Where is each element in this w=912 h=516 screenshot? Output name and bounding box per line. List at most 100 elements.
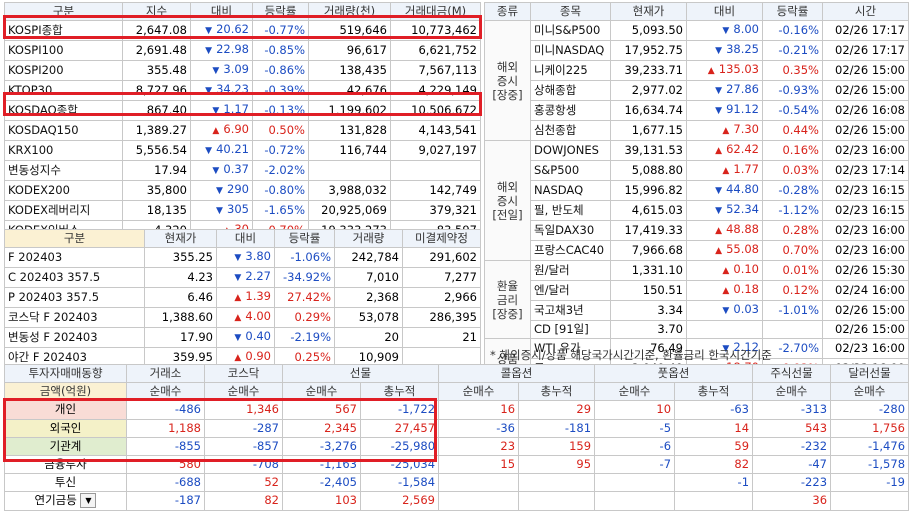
column-header[interactable]: 거래대금(M) <box>390 1 481 22</box>
sub-header[interactable]: 총누적 <box>518 382 596 402</box>
group-header[interactable]: 풋옵션 <box>594 363 754 384</box>
investor-row[interactable]: 연기금등 ▼ -187 82 103 2,569 36 <box>4 491 910 511</box>
world-name[interactable]: 미니NASDAQ <box>530 40 611 62</box>
index-row[interactable]: KODEX레버리지 18,135 ▼ 305 -1.65% 20,925,069 379,3… <box>4 200 481 222</box>
world-row[interactable]: NASDAQ 15,996.82 ▼ 44.80 -0.28% 02/23 16:15 <box>485 180 909 202</box>
world-name[interactable]: 독일DAX30 <box>530 220 611 242</box>
column-header[interactable]: 미결제약정 <box>402 228 481 249</box>
column-header[interactable]: 구분 <box>4 1 123 22</box>
sub-header[interactable]: 총누적 <box>674 382 754 402</box>
column-header[interactable]: 종목 <box>530 1 611 22</box>
futures-name[interactable]: 변동성 F 202403 <box>4 327 145 349</box>
futures-row[interactable]: 코스닥 F 202403 1,388.60 ▲ 4.00 0.29% 53,078 286,… <box>4 307 481 329</box>
investor-name[interactable]: 투신 <box>4 473 127 493</box>
index-row[interactable]: KTOP30 8,727.96 ▼ 34.23 -0.39% 42,676 4,229,14… <box>4 80 481 102</box>
world-row[interactable]: 해외 증시 [전일] DOWJONES 39,131.53 ▲ 62.42 0.16% 02/2… <box>484 140 909 262</box>
investor-name[interactable]: 기관계 <box>4 436 127 456</box>
world-row[interactable]: 국고채3년 3.34 ▼ 0.03 -1.01% 02/26 15:00 <box>485 300 909 322</box>
sub-header[interactable]: 총누적 <box>359 382 440 402</box>
column-header[interactable]: 구분 <box>4 228 145 249</box>
world-row[interactable]: 프랑스CAC40 7,966.68 ▲ 55.08 0.70% 02/23 16:00 <box>485 240 909 262</box>
world-name[interactable]: 프랑스CAC40 <box>530 240 611 262</box>
column-header[interactable]: 거래량 <box>334 228 403 249</box>
index-row[interactable]: 변동성지수 17.94 ▼ 0.37 -2.02% <box>4 160 481 182</box>
world-row[interactable]: S&P500 5,088.80 ▲ 1.77 0.03% 02/23 17:14 <box>485 160 909 182</box>
investor-row[interactable]: 투신 -688 52 -2,405 -1,584 -1 -223 -19 <box>4 473 910 493</box>
world-name[interactable]: 니케이225 <box>530 60 611 82</box>
world-name[interactable]: 홍콩항셍 <box>530 100 611 122</box>
sub-header[interactable]: 순매수 <box>204 382 283 402</box>
world-name[interactable]: 상해종합 <box>530 80 611 102</box>
world-name[interactable]: 원/달러 <box>530 260 611 282</box>
index-name[interactable]: 변동성지수 <box>4 160 123 182</box>
sub-header[interactable]: 순매수 <box>126 382 205 402</box>
column-header[interactable]: 지수 <box>122 1 191 22</box>
world-row[interactable]: 심천종합 1,677.15 ▲ 7.30 0.44% 02/26 15:00 <box>485 120 909 142</box>
world-name[interactable]: 엔/달러 <box>530 280 611 302</box>
world-name[interactable]: NASDAQ <box>530 180 611 202</box>
column-header[interactable]: 거래량(천) <box>308 1 391 22</box>
group-header[interactable]: 선물 <box>281 363 440 384</box>
dropdown-icon[interactable]: ▼ <box>80 493 97 509</box>
index-name[interactable]: KOSDAQ150 <box>4 120 123 142</box>
world-row[interactable]: 환율 금리 [장중] 원/달러 1,331.10 ▲ 0.10 0.01% 02/26 15:3… <box>484 260 909 340</box>
column-header[interactable]: 시간 <box>822 1 909 22</box>
investor-name[interactable]: 금융투자 <box>4 454 127 475</box>
column-header[interactable]: 등락률 <box>274 228 335 249</box>
index-name[interactable]: KOSDAQ종합 <box>4 100 123 122</box>
sub-header[interactable]: 순매수 <box>282 382 361 402</box>
sub-header[interactable]: 순매수 <box>830 382 910 402</box>
index-name[interactable]: KOSPI100 <box>4 40 123 62</box>
index-name[interactable]: KODEX200 <box>4 180 123 202</box>
futures-name[interactable]: 코스닥 F 202403 <box>4 307 145 329</box>
world-row[interactable]: 필, 반도체 4,615.03 ▼ 52.34 -1.12% 02/23 16:15 <box>485 200 909 222</box>
world-name[interactable]: DOWJONES <box>530 140 611 162</box>
index-row[interactable]: KOSDAQ150 1,389.27 ▲ 6.90 0.50% 131,828 4,143,… <box>4 120 481 142</box>
world-row[interactable]: 미니NASDAQ 17,952.75 ▼ 38.25 -0.21% 02/26 17:17 <box>485 40 909 62</box>
investor-name[interactable]: 외국인 <box>4 418 127 438</box>
index-row[interactable]: KRX100 5,556.54 ▼ 40.21 -0.72% 116,744 9,027,1… <box>4 140 481 162</box>
world-row[interactable]: 상해종합 2,977.02 ▼ 27.86 -0.93% 02/26 15:00 <box>485 80 909 102</box>
futures-name[interactable]: C 202403 357.5 <box>4 267 145 289</box>
index-row[interactable]: KOSPI종합 2,647.08 ▼ 20.62 -0.77% 519,646 10,773… <box>4 20 481 42</box>
investor-name[interactable]: 연기금등 ▼ <box>4 491 127 511</box>
index-row[interactable]: KOSPI100 2,691.48 ▼ 22.98 -0.85% 96,617 6,621,… <box>4 40 481 62</box>
column-header[interactable]: 대비 <box>686 1 763 22</box>
investor-name[interactable]: 개인 <box>4 400 127 420</box>
index-row[interactable]: KOSDAQ종합 867.40 ▼ 1.17 -0.13% 1,199,602 10,506… <box>4 100 481 122</box>
group-header[interactable]: 거래소 <box>126 363 205 384</box>
world-name[interactable]: 필, 반도체 <box>530 200 611 222</box>
world-row[interactable]: 홍콩항셍 16,634.74 ▼ 91.12 -0.54% 02/26 16:08 <box>485 100 909 122</box>
futures-row[interactable]: F 202403 355.25 ▼ 3.80 -1.06% 242,784 291,602 <box>4 247 481 269</box>
column-header[interactable]: 대비 <box>216 228 275 249</box>
index-name[interactable]: KODEX레버리지 <box>4 200 123 222</box>
column-header[interactable]: 대비 <box>190 1 253 22</box>
index-row[interactable]: KODEX200 35,800 ▼ 290 -0.80% 3,988,032 142,749 <box>4 180 481 202</box>
world-row[interactable]: CD [91일] 3.70 02/26 15:00 <box>485 320 909 340</box>
world-row[interactable]: 니케이225 39,233.71 ▲ 135.03 0.35% 02/26 15:00 <box>485 60 909 82</box>
futures-row[interactable]: C 202403 357.5 4.23 ▼ 2.27 -34.92% 7,010 7,277 <box>4 267 481 289</box>
world-row[interactable]: 엔/달러 150.51 ▲ 0.18 0.12% 02/24 16:00 <box>485 280 909 302</box>
world-name[interactable]: 심천종합 <box>530 120 611 142</box>
index-name[interactable]: KTOP30 <box>4 80 123 102</box>
column-header[interactable]: 종류 <box>484 1 531 22</box>
index-name[interactable]: KOSPI200 <box>4 60 123 82</box>
investor-row[interactable]: 기관계 -855 -857 -3,276 -25,980 23 159 -6 59 -232 -1,… <box>4 436 910 456</box>
investor-row[interactable]: 외국인 1,188 -287 2,345 27,457 -36 -181 -5 14 543 1,7… <box>4 418 910 438</box>
index-name[interactable]: KOSPI종합 <box>4 20 123 42</box>
futures-row[interactable]: P 202403 357.5 6.46 ▲ 1.39 27.42% 2,368 2,966 <box>4 287 481 309</box>
group-header[interactable]: 콜옵션 <box>438 363 596 384</box>
column-header[interactable]: 현재가 <box>610 1 687 22</box>
futures-row[interactable]: 변동성 F 202403 17.90 ▼ 0.40 -2.19% 20 21 <box>4 327 481 349</box>
world-name[interactable]: 미니S&P500 <box>530 20 611 42</box>
index-name[interactable]: KRX100 <box>4 140 123 162</box>
investor-row[interactable]: 개인 -486 1,346 567 -1,722 16 29 10 -63 -313 -280 <box>4 400 910 420</box>
futures-name[interactable]: P 202403 357.5 <box>4 287 145 309</box>
futures-name[interactable]: F 202403 <box>4 247 145 269</box>
world-row[interactable]: 해외 증시 [장중] 미니S&P500 5,093.50 ▼ 8.00 -0.16% 02/26… <box>484 20 909 142</box>
index-row[interactable]: KOSPI200 355.48 ▼ 3.09 -0.86% 138,435 7,567,11… <box>4 60 481 82</box>
group-header[interactable]: 코스닥 <box>204 363 283 384</box>
world-row[interactable]: 독일DAX30 17,419.33 ▲ 48.88 0.28% 02/23 16:00 <box>485 220 909 242</box>
world-name[interactable]: 국고채3년 <box>530 300 611 322</box>
column-header[interactable]: 등락률 <box>762 1 823 22</box>
